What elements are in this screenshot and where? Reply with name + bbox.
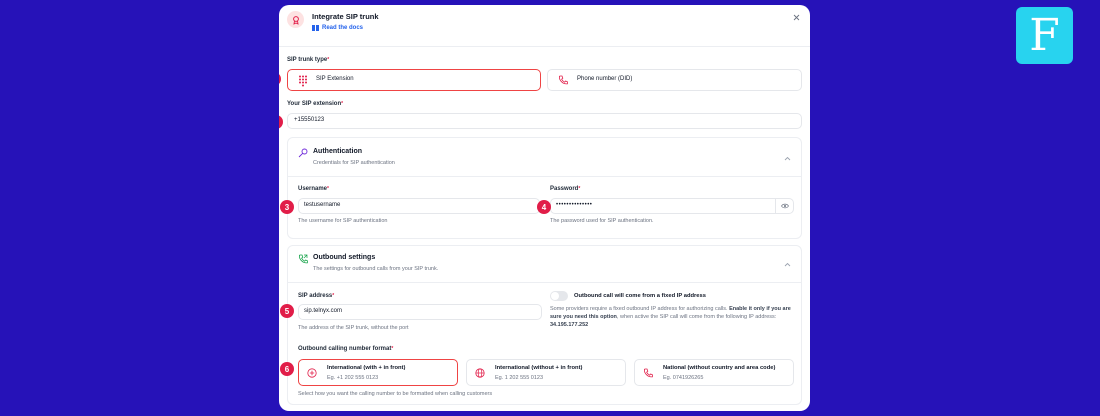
dialpad-icon [299,75,307,87]
divider [288,282,801,283]
fixed-ip-label: Outbound call will come from a fixed IP … [574,293,706,299]
sip-address-value: sip.telnyx.com [304,308,343,314]
marker: 6 [280,362,294,376]
marker: 4 [537,200,551,214]
phone-icon [643,368,653,378]
outbound-subtitle: The settings for outbound calls from you… [313,266,439,272]
close-button[interactable] [790,11,802,23]
marker: 1 [279,72,281,86]
modal-header: Integrate SIP trunk Read the docs [279,5,810,47]
fixed-ip-note: Some providers require a fixed outbound … [550,306,791,328]
brand-logo: F [1016,7,1073,64]
globe-icon [475,368,485,378]
password-value: •••••••••••••• [556,202,593,208]
read-docs-label: Read the docs [322,25,364,31]
eye-icon [780,203,789,209]
trunk-type-label: SIP trunk type* [287,57,330,63]
format-option-international-no-plus[interactable]: International (without + in front) Eg. 1… [466,359,626,386]
format-option-international-plus[interactable]: International (with + in front) Eg. +1 2… [298,359,458,386]
sip-address-input[interactable]: sip.telnyx.com [298,304,542,320]
sip-address-help: The address of the SIP trunk, without th… [298,325,409,331]
close-icon [793,14,799,20]
format-option-example: Eg. +1 202 555 0123 [327,375,379,381]
marker: 3 [280,200,294,214]
format-label: Outbound calling number format* [298,346,394,352]
marker: 5 [280,304,294,318]
format-option-title: International (with + in front) [327,365,406,371]
option-phone-number-label: Phone number (DID) [577,76,633,82]
authentication-subtitle: Credentials for SIP authentication [313,160,395,166]
outbound-panel: Outbound settings The settings for outbo… [287,245,802,405]
username-help: The username for SIP authentication [298,218,388,224]
format-help: Select how you want the calling number t… [298,391,493,397]
sip-trunk-icon [287,11,304,28]
username-input[interactable]: testusername [298,198,540,214]
extension-input[interactable]: +15550123 [287,113,802,129]
password-label: Password* [550,186,581,192]
fixed-ip-toggle[interactable] [550,291,568,301]
password-help: The password used for SIP authentication… [550,218,654,224]
option-phone-number[interactable]: Phone number (DID) [547,69,802,91]
phone-outgoing-icon [298,254,308,264]
authentication-panel: Authentication Credentials for SIP authe… [287,137,802,239]
format-option-example: Eg. 0741926265 [663,375,704,381]
extension-value: +15550123 [294,117,325,123]
username-value: testusername [304,202,341,208]
format-option-example: Eg. 1 202 555 0123 [495,375,544,381]
modal-title: Integrate SIP trunk [312,12,379,21]
plus-circle-icon [307,368,317,378]
book-icon [312,25,319,31]
key-icon [298,148,308,158]
sip-trunk-modal: Integrate SIP trunk Read the docs SIP tr… [279,5,810,411]
option-sip-extension-label: SIP Extension [316,76,354,82]
extension-label: Your SIP extension* [287,101,344,107]
authentication-title: Authentication [313,148,362,155]
divider [288,176,801,177]
sip-address-label: SIP address* [298,293,335,299]
outbound-title: Outbound settings [313,254,376,261]
username-label: Username* [298,186,329,192]
password-input[interactable]: •••••••••••••• [550,198,794,214]
marker: 2 [279,115,283,129]
format-option-title: International (without + in front) [495,365,583,371]
format-option-title: National (without country and area code) [663,365,776,371]
option-sip-extension[interactable]: SIP Extension [287,69,541,91]
format-option-national[interactable]: National (without country and area code)… [634,359,794,386]
phone-icon [558,75,568,85]
read-docs-link[interactable]: Read the docs [312,25,363,31]
show-password-button[interactable] [775,199,793,213]
chevron-up-icon[interactable] [784,262,791,267]
chevron-up-icon[interactable] [784,156,791,161]
